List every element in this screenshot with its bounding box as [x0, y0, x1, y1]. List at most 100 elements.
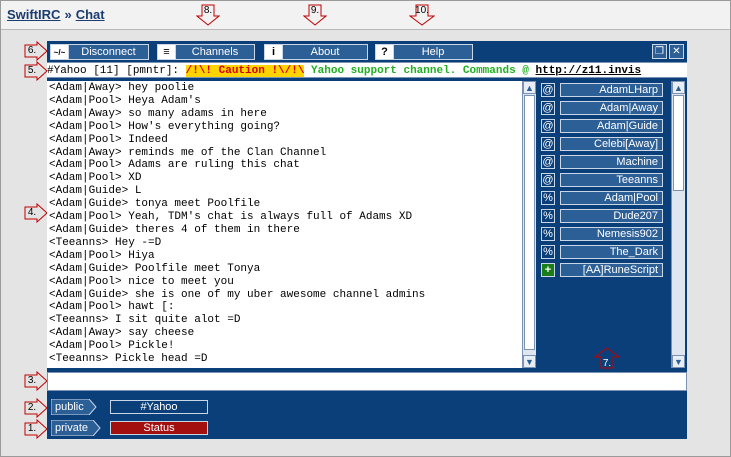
user-list-item[interactable]: % The_Dark [541, 245, 665, 260]
halfop-icon: % [541, 191, 555, 205]
chat-scrollbar[interactable]: ▲ ▼ [522, 81, 536, 368]
callout-6: 6. [24, 41, 48, 61]
user-nick: Machine [560, 155, 663, 169]
callout-9: 9. [303, 4, 327, 26]
chat-line: <Adam|Away> so many adams in here [49, 107, 267, 120]
operator-icon: @ [541, 101, 555, 115]
callout-7: 7. [594, 347, 620, 369]
user-nick: Celebi[Away] [560, 137, 663, 151]
close-window-button[interactable]: ✕ [669, 44, 684, 59]
message-input-row [47, 372, 687, 393]
user-nick: Adam|Away [560, 101, 663, 115]
callout-5: 5. [24, 61, 48, 81]
user-nick: [AA]RuneScript [560, 263, 663, 277]
breadcrumb-separator: » [64, 7, 72, 22]
tab-yahoo-channel[interactable]: #Yahoo [110, 400, 208, 414]
chat-line: <Adam|Guide> Poolfile meet Tonya [49, 262, 261, 275]
page-frame: SwiftIRC » Chat 8. 9. 10. 6. 5. 4. 3. 2. 1… [0, 0, 731, 457]
channel-topic-bar: #Yahoo [11] [pmntr]: /!\! Caution !\/!\ … [47, 62, 687, 78]
chat-line: <Adam|Guide> tonya meet Poolfile [49, 198, 261, 211]
halfop-icon: % [541, 209, 555, 223]
help-button[interactable]: ? Help [375, 44, 473, 60]
userlist-scrollbar[interactable]: ▲ ▼ [671, 81, 685, 368]
user-nick: Nemesis902 [560, 227, 663, 241]
userlist-scroll-down-icon[interactable]: ▼ [672, 355, 685, 368]
callout-10: 10. [409, 4, 435, 26]
user-list-item[interactable]: @ Adam|Guide [541, 119, 665, 134]
operator-icon: @ [541, 137, 555, 151]
page-header: SwiftIRC » Chat [1, 1, 730, 30]
user-nick: Adam|Pool [560, 191, 663, 205]
callout-3: 3. [24, 371, 48, 391]
breadcrumb-page-link[interactable]: Chat [76, 7, 105, 22]
user-nick: Teeanns [560, 173, 663, 187]
user-list-item[interactable]: @ Machine [541, 155, 665, 170]
chat-line: <Adam|Pool> Heya Adam's [49, 94, 201, 107]
chat-line: <Adam|Pool> Indeed [49, 133, 168, 146]
userlist-scroll-up-icon[interactable]: ▲ [672, 81, 685, 94]
message-input[interactable] [48, 375, 686, 393]
user-list-item[interactable]: % Nemesis902 [541, 227, 665, 242]
chat-line: <Teeanns> Pickle head =D [49, 353, 208, 366]
user-list-item[interactable]: + [AA]RuneScript [541, 263, 665, 278]
chat-line: <Adam|Pool> Adams are ruling this chat [49, 159, 300, 172]
chat-line: <Adam|Guide> she is one of my uber aweso… [49, 288, 426, 301]
public-tab-label: public [51, 399, 97, 415]
private-tab-bar: private Status [47, 418, 687, 438]
chat-line: <Adam|Away> say cheese [49, 327, 195, 340]
chat-line: <Adam|Pool> Yeah, TDM's chat is always f… [49, 211, 413, 224]
close-icon: ✕ [672, 46, 681, 57]
toolbar: ~/~ Disconnect ≡ Channels i About ? Help… [47, 41, 687, 62]
topic-message: Yahoo support channel. Commands @ [304, 65, 536, 77]
user-list-item[interactable]: @ Celebi[Away] [541, 137, 665, 152]
user-list-item[interactable]: % Adam|Pool [541, 191, 665, 206]
chat-line: <Adam|Away> hey poolie [49, 82, 195, 94]
disconnect-icon: ~/~ [51, 45, 69, 59]
breadcrumb-site-link[interactable]: SwiftIRC [7, 7, 60, 22]
channels-icon: ≡ [158, 45, 176, 59]
chat-line: <Adam|Pool> XD [49, 172, 142, 185]
chat-line: <Teeanns> I sit quite alot =D [49, 314, 241, 327]
callout-8: 8. [196, 4, 220, 26]
callout-1: 1. [24, 419, 48, 439]
topic-link[interactable]: http://z11.invis [536, 65, 642, 77]
topic-prefix: #Yahoo [11] [pmntr]: [47, 65, 186, 77]
public-tab-bar: public #Yahoo [47, 397, 687, 417]
channels-button[interactable]: ≡ Channels [157, 44, 255, 60]
chat-line: <Adam|Pool> hawt [: [49, 301, 175, 314]
voice-icon: + [541, 263, 555, 277]
chat-line: <Adam|Pool> Pickle! [49, 340, 175, 353]
topic-caution: /!\! Caution !\/!\ [185, 65, 305, 77]
info-icon: i [265, 45, 283, 59]
restore-window-button[interactable]: ❐ [652, 44, 667, 59]
irc-applet: ~/~ Disconnect ≡ Channels i About ? Help… [47, 41, 687, 439]
user-list-item[interactable]: @ Teeanns [541, 173, 665, 188]
scroll-up-arrow-icon[interactable]: ▲ [523, 81, 536, 94]
halfop-icon: % [541, 227, 555, 241]
user-nick: Dude207 [560, 209, 663, 223]
callout-4: 4. [24, 203, 48, 223]
chat-line: <Adam|Guide> L [49, 185, 142, 198]
tab-status[interactable]: Status [110, 421, 208, 435]
operator-icon: @ [541, 173, 555, 187]
userlist-scroll-thumb[interactable] [673, 95, 684, 191]
operator-icon: @ [541, 119, 555, 133]
halfop-icon: % [541, 245, 555, 259]
disconnect-button[interactable]: ~/~ Disconnect [50, 44, 149, 60]
chat-line: <Adam|Away> reminds me of the Clan Chann… [49, 146, 327, 159]
user-nick: The_Dark [560, 245, 663, 259]
user-nick: Adam|Guide [560, 119, 663, 133]
help-icon: ? [376, 45, 394, 59]
chat-line: <Adam|Pool> nice to meet you [49, 275, 234, 288]
user-list-item[interactable]: @ AdamLHarp [541, 83, 665, 98]
chat-line: <Teeanns> Hey -=D [49, 236, 162, 249]
operator-icon: @ [541, 83, 555, 97]
chat-scroll-thumb[interactable] [524, 95, 535, 350]
about-button[interactable]: i About [264, 44, 368, 60]
user-list-item[interactable]: % Dude207 [541, 209, 665, 224]
user-list-item[interactable]: @ Adam|Away [541, 101, 665, 116]
callout-2: 2. [24, 398, 48, 418]
scroll-down-arrow-icon[interactable]: ▼ [523, 355, 536, 368]
chat-line: <Adam|Guide> theres 4 of them in there [49, 223, 300, 236]
restore-icon: ❐ [655, 46, 664, 57]
